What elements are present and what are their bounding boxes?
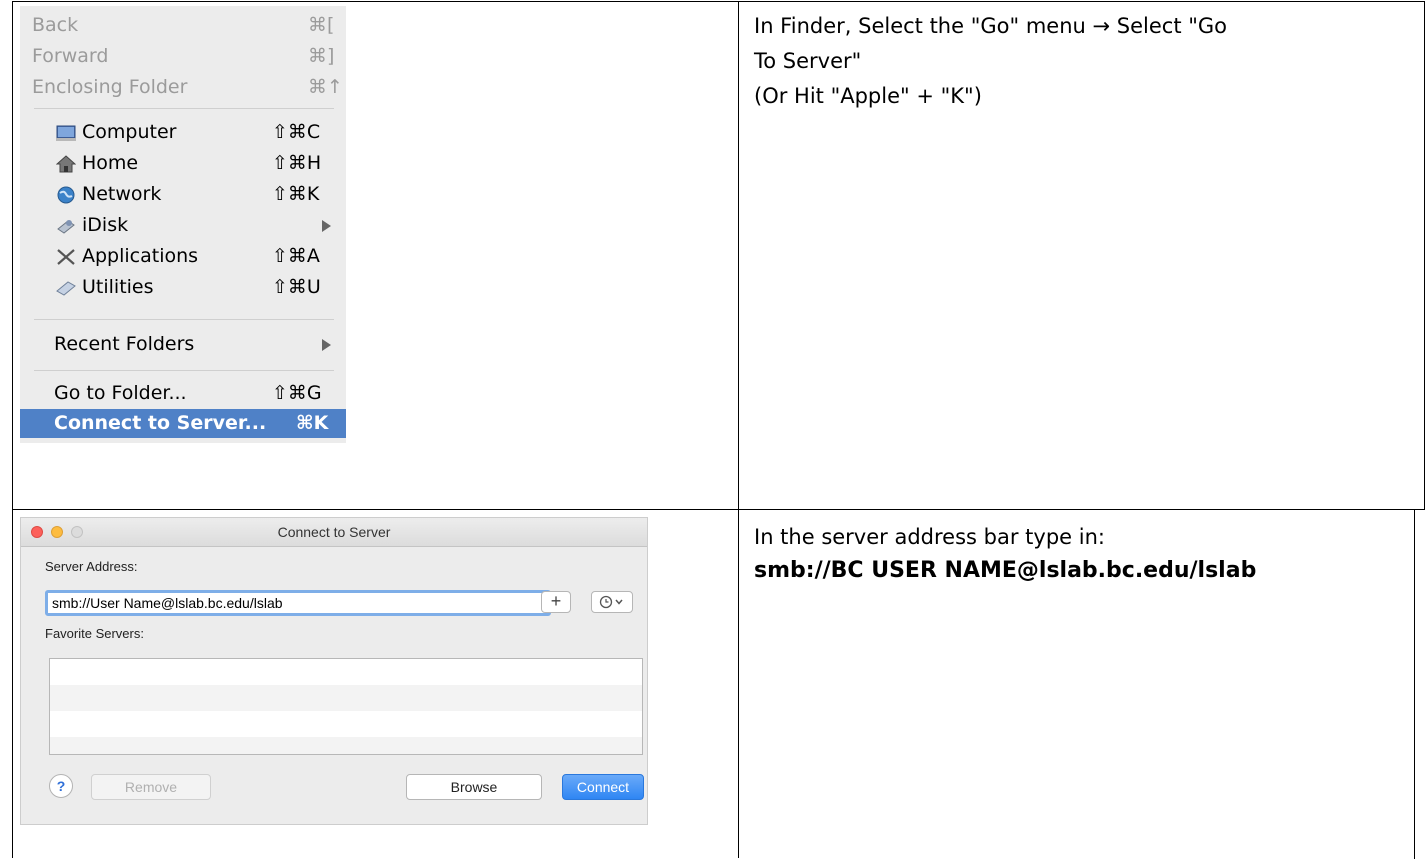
menu-item-shortcut: ⌘] [308, 45, 335, 67]
menu-separator [34, 319, 334, 320]
recent-servers-button[interactable] [591, 591, 633, 613]
menu-item-shortcut: ⇧⌘U [272, 276, 321, 298]
server-address-label: Server Address: [45, 559, 138, 574]
connect-button[interactable]: Connect [562, 774, 644, 800]
table-border-left [12, 1, 13, 858]
plus-icon: + [550, 591, 562, 611]
menu-item-label: Go to Folder... [54, 382, 187, 404]
help-icon: ? [56, 778, 66, 794]
table-border-top [12, 1, 1425, 2]
menu-item-utilities[interactable]: Utilities ⇧⌘U [20, 273, 346, 304]
dialog-title: Connect to Server [277, 524, 391, 540]
menu-item-label: Recent Folders [54, 333, 195, 355]
home-icon [55, 155, 77, 173]
list-item [50, 711, 642, 737]
applications-icon [56, 248, 76, 266]
menu-item-idisk[interactable]: iDisk [20, 211, 346, 242]
table-column-divider [738, 1, 739, 858]
remove-button[interactable]: Remove [91, 774, 211, 800]
menu-item-back: Back ⌘[ [20, 11, 346, 42]
menu-item-computer[interactable]: Computer ⇧⌘C [20, 118, 346, 149]
computer-icon [56, 124, 76, 142]
browse-button[interactable]: Browse [406, 774, 542, 800]
menu-item-label: Connect to Server... [54, 412, 267, 434]
menu-item-label: Computer [82, 121, 177, 143]
menu-item-label: iDisk [82, 214, 129, 236]
menu-item-shortcut: ⇧⌘K [272, 183, 320, 205]
menu-item-label: Applications [82, 245, 199, 267]
menu-item-label: Utilities [82, 276, 154, 298]
menu-item-go-to-folder[interactable]: Go to Folder... ⇧⌘G [20, 379, 346, 410]
submenu-arrow-icon [322, 220, 331, 232]
menu-item-label: Forward [32, 45, 109, 67]
clock-icon [597, 595, 629, 614]
network-icon [56, 186, 76, 204]
server-address-input[interactable] [45, 590, 551, 616]
step2-line2: smb://BC USER NAME@lslab.bc.edu/lslab [754, 558, 1257, 583]
table-row-divider [12, 509, 1425, 510]
menu-item-label: Back [32, 14, 79, 36]
menu-item-label: Enclosing Folder [32, 76, 188, 98]
menu-item-shortcut: ⇧⌘G [272, 382, 322, 404]
step2-line1: In the server address bar type in: [754, 525, 1105, 549]
menu-item-network[interactable]: Network ⇧⌘K [20, 180, 346, 211]
menu-item-shortcut: ⇧⌘A [272, 245, 320, 267]
list-item [50, 659, 642, 685]
add-favorite-button[interactable]: + [541, 591, 571, 613]
menu-item-shortcut: ⌘↑ [308, 76, 343, 98]
step1-line2: To Server" [754, 49, 862, 73]
menu-item-connect-to-server[interactable]: Connect to Server... ⌘K [20, 409, 346, 438]
table-border-right-bottom [1414, 509, 1415, 859]
idisk-icon [56, 217, 76, 235]
menu-item-applications[interactable]: Applications ⇧⌘A [20, 242, 346, 273]
submenu-arrow-icon [322, 339, 331, 351]
help-button[interactable]: ? [49, 774, 73, 798]
menu-item-label: Network [82, 183, 162, 205]
go-menu: Back ⌘[ Forward ⌘] Enclosing Folder ⌘↑ C… [20, 6, 346, 443]
favorite-servers-list[interactable] [49, 658, 643, 755]
step1-line3: (Or Hit "Apple" + "K") [754, 84, 982, 108]
menu-item-enclosing-folder: Enclosing Folder ⌘↑ [20, 73, 346, 104]
menu-item-shortcut: ⇧⌘H [272, 152, 322, 174]
connect-to-server-dialog: Connect to Server Server Address: + Favo… [20, 517, 648, 825]
menu-item-recent-folders[interactable]: Recent Folders [20, 330, 346, 361]
menu-separator [34, 370, 334, 371]
list-item [50, 737, 642, 754]
dialog-titlebar: Connect to Server [21, 518, 647, 547]
menu-separator [34, 108, 334, 109]
utilities-icon [56, 279, 76, 297]
menu-item-home[interactable]: Home ⇧⌘H [20, 149, 346, 180]
menu-item-shortcut: ⇧⌘C [272, 121, 321, 143]
list-item [50, 685, 642, 711]
menu-item-forward: Forward ⌘] [20, 42, 346, 73]
menu-item-label: Home [82, 152, 139, 174]
menu-item-shortcut: ⌘[ [308, 14, 335, 36]
favorite-servers-label: Favorite Servers: [45, 626, 144, 641]
menu-item-shortcut: ⌘K [296, 412, 329, 434]
step1-line1: In Finder, Select the "Go" menu → Select… [754, 14, 1228, 38]
